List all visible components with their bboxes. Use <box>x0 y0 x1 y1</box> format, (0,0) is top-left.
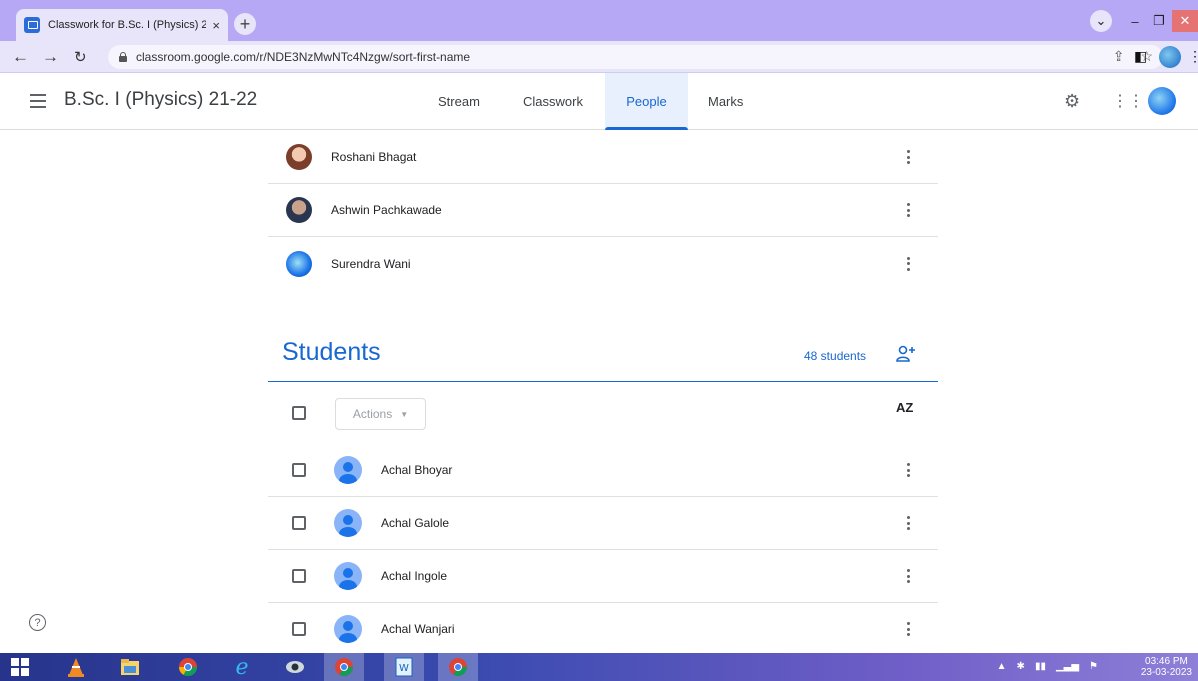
invite-student-icon[interactable] <box>896 345 916 363</box>
student-row: Achal Wanjari <box>268 603 938 656</box>
address-bar[interactable]: classroom.google.com/r/NDE3NzMwNTc4Nzgw/… <box>108 45 1163 69</box>
more-options-icon[interactable] <box>906 463 910 477</box>
student-checkbox[interactable] <box>292 516 306 530</box>
student-checkbox[interactable] <box>292 569 306 583</box>
word-icon[interactable]: W <box>384 653 424 681</box>
student-checkbox[interactable] <box>292 622 306 636</box>
lock-icon[interactable] <box>118 52 128 62</box>
student-checkbox[interactable] <box>292 463 306 477</box>
webcam-app-icon[interactable] <box>275 653 315 681</box>
chrome-icon[interactable] <box>168 653 208 681</box>
student-avatar <box>334 562 362 590</box>
sort-icon[interactable]: AZ <box>896 400 913 415</box>
students-section-header: Students 48 students <box>268 334 938 382</box>
clock-time: 03:46 PM <box>1145 656 1188 667</box>
chrome-second-icon[interactable] <box>438 653 478 681</box>
student-row: Achal Bhoyar <box>268 444 938 497</box>
students-count: 48 students <box>804 349 867 363</box>
tab-search-icon[interactable]: ⌄ <box>1090 10 1112 32</box>
close-tab-icon[interactable]: × <box>212 18 220 33</box>
teacher-name: Surendra Wani <box>331 256 411 271</box>
svg-text:W: W <box>399 663 409 674</box>
settings-gear-icon[interactable]: ⚙ <box>1064 91 1080 112</box>
class-title[interactable]: B.Sc. I (Physics) 21-22 <box>64 89 257 111</box>
teacher-row: Ashwin Pachkawade <box>268 184 938 237</box>
student-name: Achal Galole <box>381 516 450 530</box>
chrome-active-icon[interactable] <box>324 653 364 681</box>
dropdown-arrow-icon: ▼ <box>400 409 409 419</box>
tray-expand-icon[interactable]: ▲ <box>997 661 1007 672</box>
minimize-icon[interactable]: – <box>1124 10 1146 32</box>
internet-explorer-icon[interactable]: e <box>222 653 262 681</box>
teacher-row: Surendra Wani <box>268 237 938 290</box>
clock-date: 23-03-2023 <box>1140 667 1192 678</box>
account-avatar[interactable] <box>1148 87 1176 115</box>
signal-icon[interactable]: ▁▃▅ <box>1056 661 1079 672</box>
system-tray: ▲ ✱ ▮▮ ▁▃▅ ⚑ <box>997 661 1098 672</box>
student-name: Achal Ingole <box>381 569 448 583</box>
student-avatar <box>334 456 362 484</box>
back-arrow-icon[interactable]: ← <box>12 47 29 67</box>
actions-row: Actions ▼ AZ <box>268 386 938 441</box>
window-close-icon[interactable]: ✕ <box>1172 10 1198 32</box>
tab-people[interactable]: People <box>605 73 688 130</box>
side-panel-icon[interactable]: ◧ <box>1134 48 1147 65</box>
main-menu-icon[interactable] <box>30 94 46 108</box>
taskbar-clock[interactable]: 03:46 PM 23-03-2023 <box>1141 656 1192 678</box>
student-avatar <box>334 509 362 537</box>
more-options-icon[interactable] <box>906 516 910 530</box>
windows-taskbar: e W ▲ ✱ ▮▮ ▁▃▅ ⚑ 03:46 PM 23-03-2023 <box>0 653 1198 681</box>
select-all-checkbox[interactable] <box>292 406 306 420</box>
url-text[interactable]: classroom.google.com/r/NDE3NzMwNTc4Nzgw/… <box>136 50 470 64</box>
maximize-icon[interactable]: ❐ <box>1148 10 1170 32</box>
browser-tab-bar: Classwork for B.Sc. I (Physics) 21- × + … <box>0 0 1198 41</box>
network-icon[interactable]: ▮▮ <box>1035 661 1046 672</box>
new-tab-button[interactable]: + <box>234 13 256 35</box>
profile-avatar[interactable] <box>1159 46 1181 68</box>
reload-icon[interactable]: ↻ <box>74 48 87 66</box>
students-title: Students <box>282 338 381 366</box>
teacher-row: Roshani Bhagat <box>268 131 938 184</box>
bluetooth-icon[interactable]: ✱ <box>1017 661 1025 672</box>
help-icon[interactable]: ? <box>29 614 46 631</box>
forward-arrow-icon[interactable]: → <box>42 47 59 67</box>
more-options-icon[interactable] <box>906 256 910 271</box>
teacher-avatar <box>286 197 312 223</box>
teacher-avatar <box>286 250 312 277</box>
more-options-icon[interactable] <box>906 150 910 164</box>
teacher-name: Roshani Bhagat <box>331 150 417 164</box>
tab-marks[interactable]: Marks <box>690 73 761 129</box>
apps-grid-icon[interactable]: ⋮⋮ <box>1112 91 1144 111</box>
student-name: Achal Bhoyar <box>381 463 453 477</box>
file-explorer-icon[interactable] <box>110 653 150 681</box>
windows-logo-icon <box>11 658 29 676</box>
tab-stream[interactable]: Stream <box>420 73 498 129</box>
browser-tab[interactable]: Classwork for B.Sc. I (Physics) 21- × <box>16 9 228 41</box>
browser-toolbar: ← → ↻ classroom.google.com/r/NDE3NzMwNTc… <box>0 41 1198 73</box>
student-row: Achal Ingole <box>268 550 938 603</box>
actions-label: Actions <box>352 407 393 421</box>
teacher-avatar <box>286 144 312 170</box>
student-name: Achal Wanjari <box>381 622 455 636</box>
actions-dropdown[interactable]: Actions ▼ <box>335 398 426 430</box>
more-options-icon[interactable] <box>906 569 910 583</box>
flag-icon[interactable]: ⚑ <box>1089 661 1098 672</box>
start-button[interactable] <box>0 653 40 681</box>
browser-menu-icon[interactable]: ⋮ <box>1188 48 1198 65</box>
student-row: Achal Galole <box>268 497 938 550</box>
more-options-icon[interactable] <box>906 622 910 636</box>
teacher-name: Ashwin Pachkawade <box>331 203 442 217</box>
share-icon[interactable]: ⇪ <box>1113 48 1125 65</box>
classroom-favicon-icon <box>24 17 40 33</box>
people-list: Roshani Bhagat Ashwin Pachkawade Surendr… <box>268 131 938 643</box>
tab-classwork[interactable]: Classwork <box>505 73 601 129</box>
vlc-icon[interactable] <box>56 653 96 681</box>
student-avatar <box>334 615 362 643</box>
tab-title: Classwork for B.Sc. I (Physics) 21- <box>48 19 207 31</box>
more-options-icon[interactable] <box>906 203 910 217</box>
classroom-header: B.Sc. I (Physics) 21-22 Stream Classwork… <box>0 73 1198 130</box>
